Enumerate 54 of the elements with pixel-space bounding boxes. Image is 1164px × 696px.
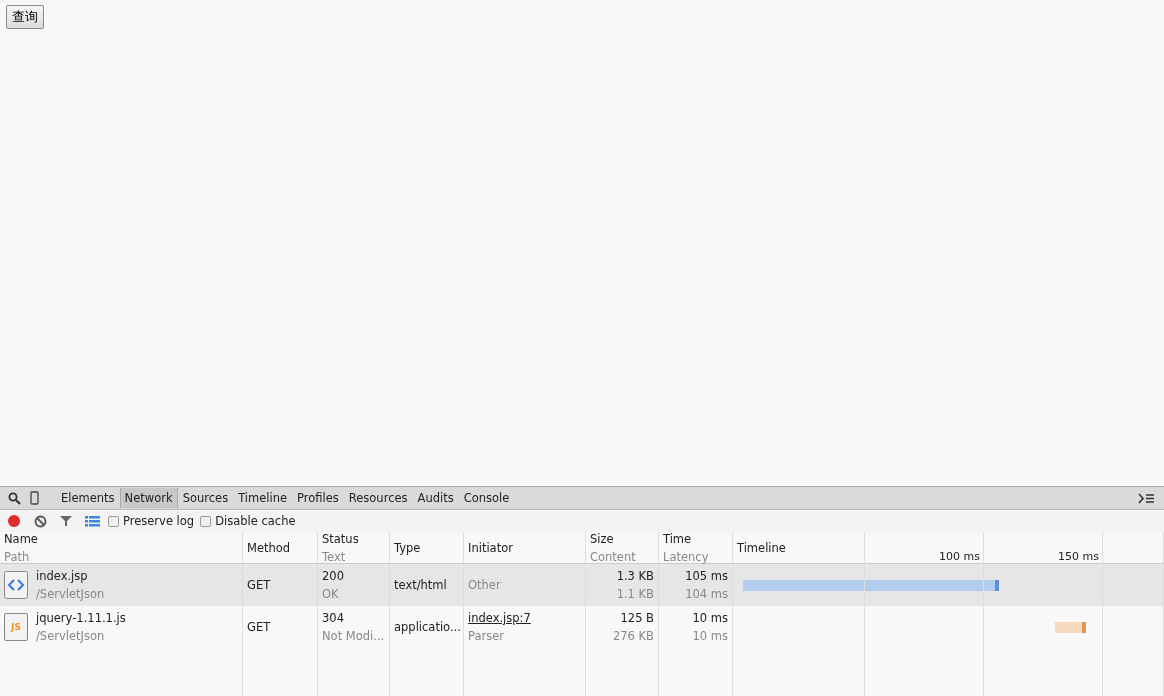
column-subheader: Content: [590, 549, 636, 564]
devtools-tab[interactable]: Profiles: [292, 488, 344, 508]
size-text: 1.3 KB: [616, 569, 654, 583]
file-name: index.jsp: [36, 569, 89, 583]
devtools-tab[interactable]: Network: [119, 488, 178, 508]
column-subheader: Path: [4, 549, 30, 564]
column-header[interactable]: Type: [394, 540, 421, 555]
file-path: /ServletJson: [36, 629, 106, 643]
request-row[interactable]: index.jsp /ServletJson GET 200 OK text/html Other 1.3 KB 1.1 KB 105 ms 104 ms: [0, 564, 1164, 606]
method-text: GET: [247, 620, 271, 634]
checkbox[interactable]: [108, 515, 119, 527]
checkbox[interactable]: [200, 515, 212, 527]
time-text: 105 ms: [685, 569, 728, 583]
file-name: jquery-1.11.1.js: [36, 611, 126, 625]
latency-text: 104 ms: [685, 587, 728, 601]
checkbox-label: Disable cache: [215, 514, 296, 528]
content-size: 1.1 KB: [616, 587, 654, 601]
type-text: text/html: [394, 578, 447, 592]
size-text: 125 B: [620, 611, 654, 625]
time-tick-label: 150 ms: [1058, 550, 1099, 563]
timing-bar: [1055, 622, 1086, 633]
column-header[interactable]: Time: [663, 531, 692, 546]
column-header[interactable]: Method: [247, 540, 291, 555]
latency-text: 10 ms: [692, 629, 728, 643]
status-text: OK: [322, 587, 339, 601]
time-text: 10 ms: [692, 611, 728, 625]
type-text: applicatio...: [394, 620, 461, 634]
column-header[interactable]: Size: [590, 531, 614, 546]
initiator-type: Parser: [468, 629, 504, 643]
column-header[interactable]: Initiator: [468, 540, 513, 555]
time-tick-label: 100 ms: [939, 550, 980, 563]
devtools-tab[interactable]: Timeline: [233, 488, 293, 508]
html-file-icon: [4, 571, 28, 599]
initiator-link[interactable]: index.jsp:7: [468, 611, 531, 625]
method-text: GET: [247, 578, 271, 592]
column-header[interactable]: Status: [322, 531, 359, 546]
status-text: Not Modi...: [322, 629, 385, 643]
column-subheader: Latency: [663, 549, 709, 564]
content-size: 276 KB: [612, 629, 654, 643]
devtools-tab[interactable]: Elements: [56, 488, 120, 508]
column-header[interactable]: Timeline: [737, 540, 786, 555]
js-file-icon: JS: [4, 613, 28, 641]
status-code: 200: [322, 569, 344, 583]
column-subheader: Text: [322, 549, 346, 564]
devtools-tab[interactable]: Audits: [412, 488, 459, 508]
column-header[interactable]: Name: [4, 531, 38, 546]
initiator-text: Other: [468, 578, 501, 592]
devtools-tab[interactable]: Sources: [177, 488, 234, 508]
checkbox-label: Preserve log: [123, 514, 195, 528]
devtools-tab[interactable]: Console: [458, 488, 515, 508]
file-path: /ServletJson: [36, 587, 105, 601]
devtools-tab[interactable]: Resources: [343, 488, 413, 508]
query-button[interactable]: 查询: [6, 5, 44, 29]
status-code: 304: [322, 611, 344, 625]
